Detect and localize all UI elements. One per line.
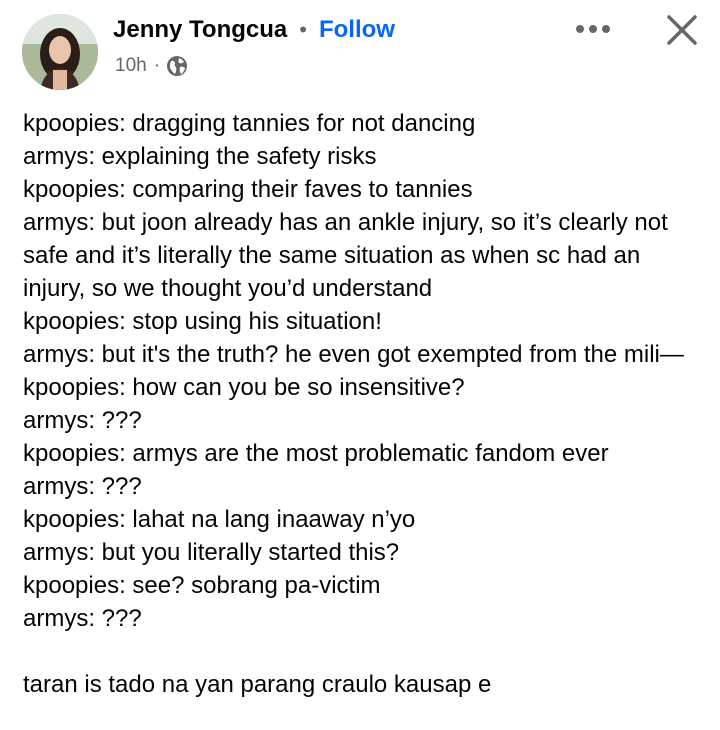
post-line: kpoopies: lahat na lang inaaway n’yo <box>23 506 416 533</box>
post-line: armys: ??? <box>23 605 142 632</box>
post-line: armys: but it's the truth? he even got e… <box>23 341 684 368</box>
globe-icon <box>166 55 188 77</box>
post-timestamp[interactable]: 10h <box>115 55 147 77</box>
meta-separator: · <box>153 55 161 76</box>
post-meta: 10h · <box>115 55 188 77</box>
post-line: armys: but you literally started this? <box>23 539 400 566</box>
more-dot <box>576 25 584 33</box>
paragraph-break <box>23 635 703 668</box>
avatar-photo <box>22 14 98 90</box>
more-dot <box>589 25 597 33</box>
post-line: armys: but joon already has an ankle inj… <box>23 209 668 302</box>
author-avatar[interactable] <box>22 14 98 90</box>
close-icon[interactable] <box>662 10 702 50</box>
author-row: Jenny Tongcua • Follow <box>113 16 395 44</box>
post-line: kpoopies: stop using his situation! <box>23 308 382 335</box>
post-card: Jenny Tongcua • Follow 10h · kpoopies: d… <box>0 0 720 730</box>
post-line: kpoopies: armys are the most problematic… <box>23 440 609 467</box>
name-separator: • <box>299 17 307 42</box>
post-line: kpoopies: dragging tannies for not danci… <box>23 110 476 137</box>
post-header: Jenny Tongcua • Follow 10h · <box>0 0 720 100</box>
closing-line: taran is tado na yan parang craulo kausa… <box>23 671 492 698</box>
post-line: kpoopies: how can you be so insensitive? <box>23 374 465 401</box>
post-line: armys: ??? <box>23 473 142 500</box>
more-options-icon[interactable] <box>570 14 616 44</box>
more-dot <box>602 25 610 33</box>
post-line: kpoopies: comparing their faves to tanni… <box>23 176 473 203</box>
post-line: armys: ??? <box>23 407 142 434</box>
follow-button[interactable]: Follow <box>319 16 395 44</box>
author-name[interactable]: Jenny Tongcua <box>113 16 287 44</box>
post-body: kpoopies: dragging tannies for not danci… <box>23 107 703 701</box>
post-line: armys: explaining the safety risks <box>23 143 377 170</box>
post-line: kpoopies: see? sobrang pa-victim <box>23 572 381 599</box>
